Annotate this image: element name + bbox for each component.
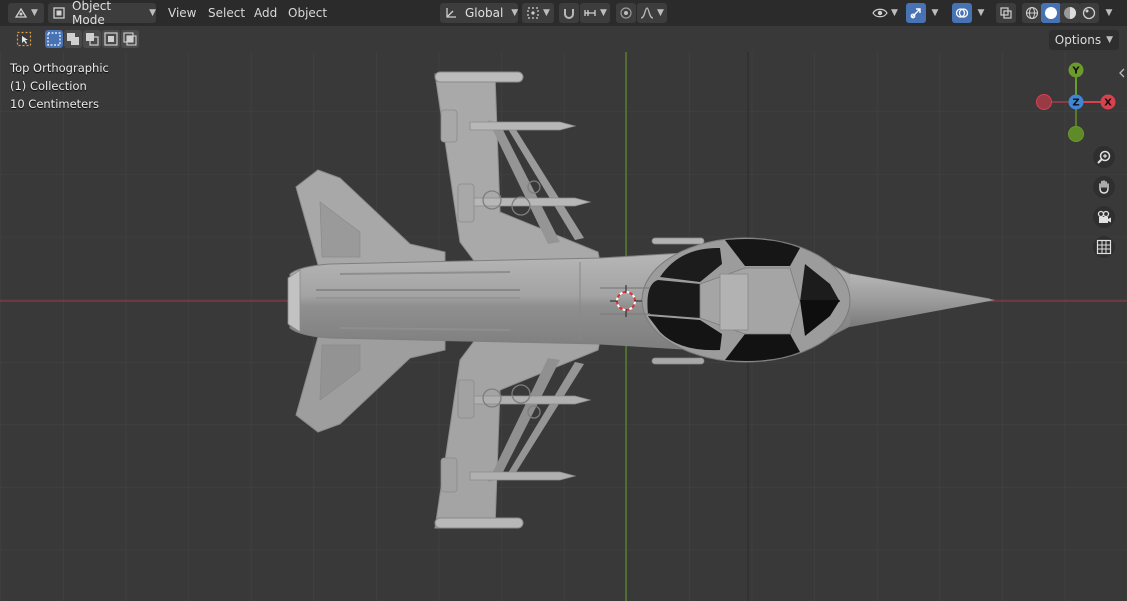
chevron-down-icon: ▼: [1106, 35, 1113, 45]
orientation-label: Global: [465, 6, 504, 20]
chevron-down-icon: ▼: [1105, 8, 1113, 18]
options-label: Options: [1054, 33, 1102, 47]
magnifier-zoom-icon: [1096, 149, 1112, 165]
editor-type-button[interactable]: ▼: [8, 3, 44, 23]
mode-label: Object Mode: [72, 0, 112, 27]
gizmo-z-label: Z: [1072, 98, 1079, 109]
chevron-down-icon: ▼: [891, 8, 898, 18]
pivot-point-button[interactable]: ▼: [522, 3, 554, 23]
select-new-icon: [45, 30, 63, 48]
chevron-down-icon: ▼: [511, 8, 519, 18]
pan-button[interactable]: [1093, 176, 1115, 198]
rendered-sphere-icon: [1082, 6, 1096, 20]
chevron-down-icon: ▼: [543, 8, 550, 18]
menu-view[interactable]: View: [168, 3, 196, 23]
menu-select[interactable]: Select: [208, 3, 245, 23]
viewport-view-name: Top Orthographic: [10, 61, 109, 75]
gizmo-y-label: Y: [1071, 66, 1080, 77]
xray-icon: [999, 6, 1013, 20]
wireframe-sphere-icon: [1025, 6, 1039, 20]
overlays-toggle-button[interactable]: [952, 3, 972, 23]
chevron-down-icon: ▼: [931, 8, 939, 18]
pivot-point-icon: [526, 6, 540, 20]
hand-pan-icon: [1096, 179, 1112, 195]
material-sphere-icon: [1063, 6, 1077, 20]
select-intersect-icon: [121, 30, 139, 48]
select-mode-new-button[interactable]: [45, 30, 63, 48]
viewport-header: ▼ Object Mode ▼ View Select Add Object G…: [0, 0, 1127, 27]
falloff-button[interactable]: ▼: [637, 3, 667, 23]
chevron-down-icon: ▼: [600, 8, 607, 18]
shading-rendered-button[interactable]: [1079, 3, 1099, 23]
solid-sphere-icon: [1044, 6, 1058, 20]
mode-selector[interactable]: Object Mode ▼: [48, 0, 156, 27]
overlays-dropdown[interactable]: ▼: [974, 3, 988, 23]
shading-material-button[interactable]: [1060, 3, 1080, 23]
toggle-perspective-button[interactable]: [1093, 236, 1115, 258]
chevron-down-icon: ▼: [31, 8, 38, 18]
overlay-circles-icon: [955, 6, 969, 20]
chevron-down-icon: ▼: [977, 8, 985, 18]
gizmo-neg-y-axis[interactable]: [1068, 126, 1084, 142]
snap-increment-icon: [583, 6, 597, 20]
blender-3d-viewport-app: ▼ Object Mode ▼ View Select Add Object G…: [0, 0, 1127, 601]
select-mode-intersect-button[interactable]: [121, 30, 139, 48]
eye-icon: [872, 6, 888, 20]
select-mode-invert-button[interactable]: [102, 30, 120, 48]
viewport-collection: (1) Collection: [10, 79, 87, 93]
gizmo-x-label: X: [1104, 98, 1112, 109]
3d-viewport[interactable]: Y X Z Top Orthographic (1) Collection 10…: [0, 52, 1127, 601]
shading-dropdown[interactable]: ▼: [1102, 3, 1116, 23]
xray-toggle-button[interactable]: [996, 3, 1016, 23]
select-box-tool-icon: [15, 30, 33, 48]
viewport-canvas: Y X Z: [0, 52, 1127, 601]
select-subtract-icon: [83, 30, 101, 48]
grid-ortho-icon: [1096, 239, 1112, 255]
object-mode-icon: [52, 6, 66, 20]
falloff-curve-icon: [640, 6, 654, 20]
camera-icon: [1096, 209, 1112, 225]
shading-solid-button[interactable]: [1041, 3, 1061, 23]
gizmo-arrow-icon: [909, 6, 923, 20]
viewport-grid-scale: 10 Centimeters: [10, 97, 99, 111]
gizmo-toggle-button[interactable]: [906, 3, 926, 23]
select-mode-extend-button[interactable]: [64, 30, 82, 48]
zoom-button[interactable]: [1093, 146, 1115, 168]
editor-type-icon: [14, 6, 28, 20]
magnet-icon: [562, 6, 576, 20]
snap-toggle-button[interactable]: [559, 3, 579, 23]
menu-object[interactable]: Object: [288, 3, 327, 23]
proportional-editing-button[interactable]: [616, 3, 636, 23]
menu-add[interactable]: Add: [254, 3, 277, 23]
active-tool-button[interactable]: [15, 30, 33, 48]
orientation-axes-icon: [444, 6, 458, 20]
camera-view-button[interactable]: [1093, 206, 1115, 228]
snap-target-button[interactable]: ▼: [580, 3, 610, 23]
select-invert-icon: [102, 30, 120, 48]
proportional-edit-icon: [619, 6, 633, 20]
chevron-down-icon: ▼: [149, 8, 156, 18]
select-mode-subtract-button[interactable]: [83, 30, 101, 48]
chevron-down-icon: ▼: [657, 8, 664, 18]
gizmo-dropdown[interactable]: ▼: [928, 3, 942, 23]
options-dropdown[interactable]: Options ▼: [1048, 30, 1119, 50]
shading-wireframe-button[interactable]: [1022, 3, 1042, 23]
gizmo-neg-x-axis[interactable]: [1036, 94, 1052, 110]
visibility-button[interactable]: ▼: [868, 3, 902, 23]
select-extend-icon: [64, 30, 82, 48]
tool-settings-bar: Options ▼: [0, 26, 1127, 52]
transform-orientation-selector[interactable]: Global ▼: [440, 3, 518, 23]
